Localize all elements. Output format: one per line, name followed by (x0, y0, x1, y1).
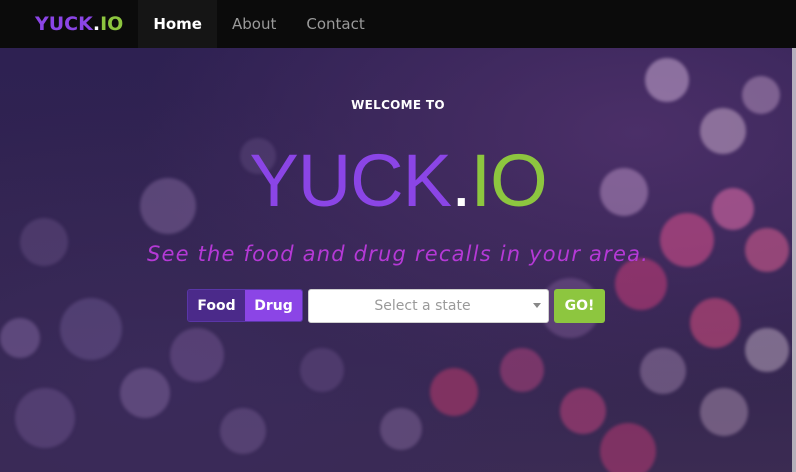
bokeh-light (220, 408, 266, 454)
bokeh-light (60, 298, 122, 360)
welcome-heading: WELCOME TO (351, 98, 445, 112)
hero-logo-yuck: YUCK (249, 139, 452, 222)
bokeh-light (300, 348, 344, 392)
bokeh-light (600, 423, 656, 472)
bokeh-light (0, 318, 40, 358)
top-navbar: YUCK. IO Home About Contact (0, 0, 796, 48)
hero-logo: YUCK.IO (0, 136, 796, 226)
bokeh-light (645, 58, 689, 102)
bokeh-light (745, 328, 789, 372)
nav-item-about[interactable]: About (217, 0, 291, 48)
brand-text-yuck: YUCK (35, 13, 93, 35)
nav-item-home[interactable]: Home (138, 0, 217, 48)
brand-text-dot: . (92, 13, 101, 35)
go-button[interactable]: GO! (554, 289, 605, 323)
toggle-food-button[interactable]: Food (188, 290, 245, 321)
brand-logo-link[interactable]: YUCK. IO (0, 0, 138, 48)
bokeh-light (690, 298, 740, 348)
nav-item-contact[interactable]: Contact (291, 0, 379, 48)
hero-tagline: See the food and drug recalls in your ar… (146, 242, 650, 266)
chevron-down-icon (533, 303, 541, 308)
bokeh-light (430, 368, 478, 416)
page-scrollbar[interactable] (792, 48, 796, 472)
brand-text-io: IO (100, 13, 124, 35)
bokeh-light (560, 388, 606, 434)
hero-logo-dot: . (450, 139, 472, 222)
toggle-drug-button[interactable]: Drug (245, 290, 302, 321)
state-select[interactable]: Select a state (308, 289, 549, 323)
recall-type-toggle: Food Drug (187, 289, 303, 322)
bokeh-light (120, 368, 170, 418)
state-select-placeholder: Select a state (374, 298, 471, 314)
bokeh-light (640, 348, 686, 394)
bokeh-light (15, 388, 75, 448)
hero-logo-io: IO (470, 139, 548, 222)
bokeh-light (380, 408, 422, 450)
bokeh-light (700, 388, 748, 436)
hero-section: WELCOME TO YUCK.IO See the food and drug… (0, 48, 796, 472)
bokeh-light (170, 328, 224, 382)
bokeh-light (500, 348, 544, 392)
